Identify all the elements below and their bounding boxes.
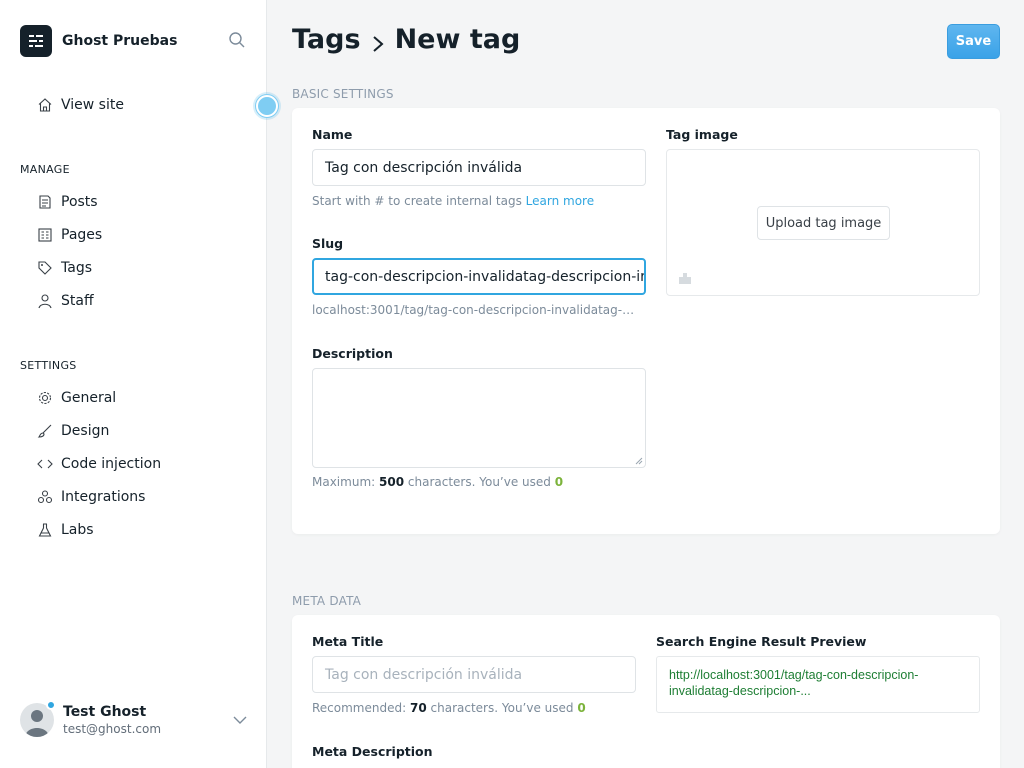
pages-icon xyxy=(36,227,53,244)
breadcrumb-tags-link[interactable]: Tags xyxy=(292,24,361,55)
serp-preview-url: http://localhost:3001/tag/tag-con-descri… xyxy=(669,668,919,698)
resize-handle-icon xyxy=(635,457,643,465)
name-label: Name xyxy=(312,127,353,142)
search-icon[interactable] xyxy=(228,31,248,51)
image-placeholder-icon xyxy=(678,270,692,284)
tag-image-label: Tag image xyxy=(666,127,738,142)
name-input[interactable]: Tag con descripción inválida xyxy=(312,149,646,186)
posts-icon xyxy=(36,194,53,211)
user-email: test@ghost.com xyxy=(63,722,162,736)
sidebar-item-staff[interactable]: Staff xyxy=(36,290,94,312)
sidebar-item-labs[interactable]: Labs xyxy=(36,519,94,541)
name-hint-text: Start with # to create internal tags xyxy=(312,194,522,208)
flask-icon xyxy=(36,522,53,539)
description-textarea[interactable] xyxy=(312,368,646,468)
meta-title-label: Meta Title xyxy=(312,634,384,649)
staff-icon xyxy=(36,293,53,310)
user-name: Test Ghost xyxy=(63,704,147,720)
slug-label: Slug xyxy=(312,236,344,251)
ghost-logo-icon xyxy=(20,25,52,57)
code-icon xyxy=(36,456,53,473)
sidebar-item-label: Design xyxy=(61,423,110,439)
home-icon xyxy=(36,97,53,114)
brand[interactable]: Ghost Pruebas xyxy=(20,25,177,57)
meta-title-input[interactable]: Tag con descripción inválida xyxy=(312,656,636,693)
main-content: Tags New tag Save BASIC SETTINGS Name Ta… xyxy=(268,0,1024,768)
tag-image-uploader: Upload tag image xyxy=(666,149,980,296)
sidebar-item-label: Posts xyxy=(61,194,98,210)
sidebar-item-code-injection[interactable]: Code injection xyxy=(36,453,161,475)
sidebar-item-posts[interactable]: Posts xyxy=(36,191,98,213)
sidebar-item-label: General xyxy=(61,390,117,406)
meta-title-hint-prefix: Recommended: xyxy=(312,701,407,715)
status-dot xyxy=(46,700,56,710)
brush-icon xyxy=(36,423,53,440)
meta-title-hint: Recommended: 70 characters. You’ve used … xyxy=(312,701,586,715)
chevron-right-icon xyxy=(371,30,385,52)
meta-title-hint-mid: characters. You’ve used xyxy=(430,701,574,715)
chevron-down-icon[interactable] xyxy=(233,712,247,726)
description-label: Description xyxy=(312,346,393,361)
basic-settings-card: Name Tag con descripción inválida Start … xyxy=(292,108,1000,534)
meta-description-label: Meta Description xyxy=(312,744,433,759)
meta-data-title: META DATA xyxy=(292,594,362,608)
user-menu[interactable]: Test Ghost test@ghost.com xyxy=(20,700,250,740)
sidebar-item-label: Code injection xyxy=(61,456,162,472)
manage-section-title: MANAGE xyxy=(20,163,70,176)
save-button[interactable]: Save xyxy=(947,24,1000,59)
integrations-icon xyxy=(36,489,53,506)
slug-input[interactable]: tag-con-descripcion-invalidatag-descripc… xyxy=(312,258,646,295)
sidebar-item-label: Tags xyxy=(61,260,92,276)
sidebar-item-tags[interactable]: Tags xyxy=(36,257,92,279)
description-hint: Maximum: 500 characters. You’ve used 0 xyxy=(312,475,563,489)
serp-preview-label: Search Engine Result Preview xyxy=(656,634,867,649)
meta-title-used-count: 0 xyxy=(577,701,586,715)
description-used-count: 0 xyxy=(554,475,564,489)
gear-icon xyxy=(36,390,53,407)
brand-name: Ghost Pruebas xyxy=(62,33,178,49)
name-hint: Start with # to create internal tags Lea… xyxy=(312,194,652,208)
sidebar-item-integrations[interactable]: Integrations xyxy=(36,486,145,508)
settings-section-title: SETTINGS xyxy=(20,359,77,372)
sidebar: Ghost Pruebas View site MANAGE Posts Pag… xyxy=(0,0,267,768)
sidebar-item-label: Labs xyxy=(61,522,94,538)
sidebar-item-label: Pages xyxy=(61,227,103,243)
sidebar-item-label: View site xyxy=(61,97,124,113)
page-title: New tag xyxy=(394,24,521,55)
tag-icon xyxy=(36,260,53,277)
upload-tag-image-button[interactable]: Upload tag image xyxy=(757,206,890,240)
slug-url-preview: localhost:3001/tag/tag-con-descripcion-i… xyxy=(312,303,636,317)
sidebar-item-general[interactable]: General xyxy=(36,387,116,409)
sidebar-item-label: Integrations xyxy=(61,489,146,505)
sidebar-item-label: Staff xyxy=(61,293,94,309)
learn-more-link[interactable]: Learn more xyxy=(526,194,594,208)
sidebar-item-view-site[interactable]: View site xyxy=(36,94,124,116)
serp-preview: http://localhost:3001/tag/tag-con-descri… xyxy=(656,656,980,713)
sidebar-item-design[interactable]: Design xyxy=(36,420,109,442)
meta-title-recommended: 70 xyxy=(409,701,427,715)
description-max: 500 xyxy=(379,475,405,489)
description-hint-prefix: Maximum: xyxy=(312,475,376,489)
sidebar-item-pages[interactable]: Pages xyxy=(36,224,102,246)
breadcrumb: Tags New tag xyxy=(292,24,520,55)
meta-data-card: Meta Title Tag con descripción inválida … xyxy=(292,615,1000,768)
basic-settings-title: BASIC SETTINGS xyxy=(292,87,394,101)
description-hint-mid: characters. You’ve used xyxy=(407,475,551,489)
